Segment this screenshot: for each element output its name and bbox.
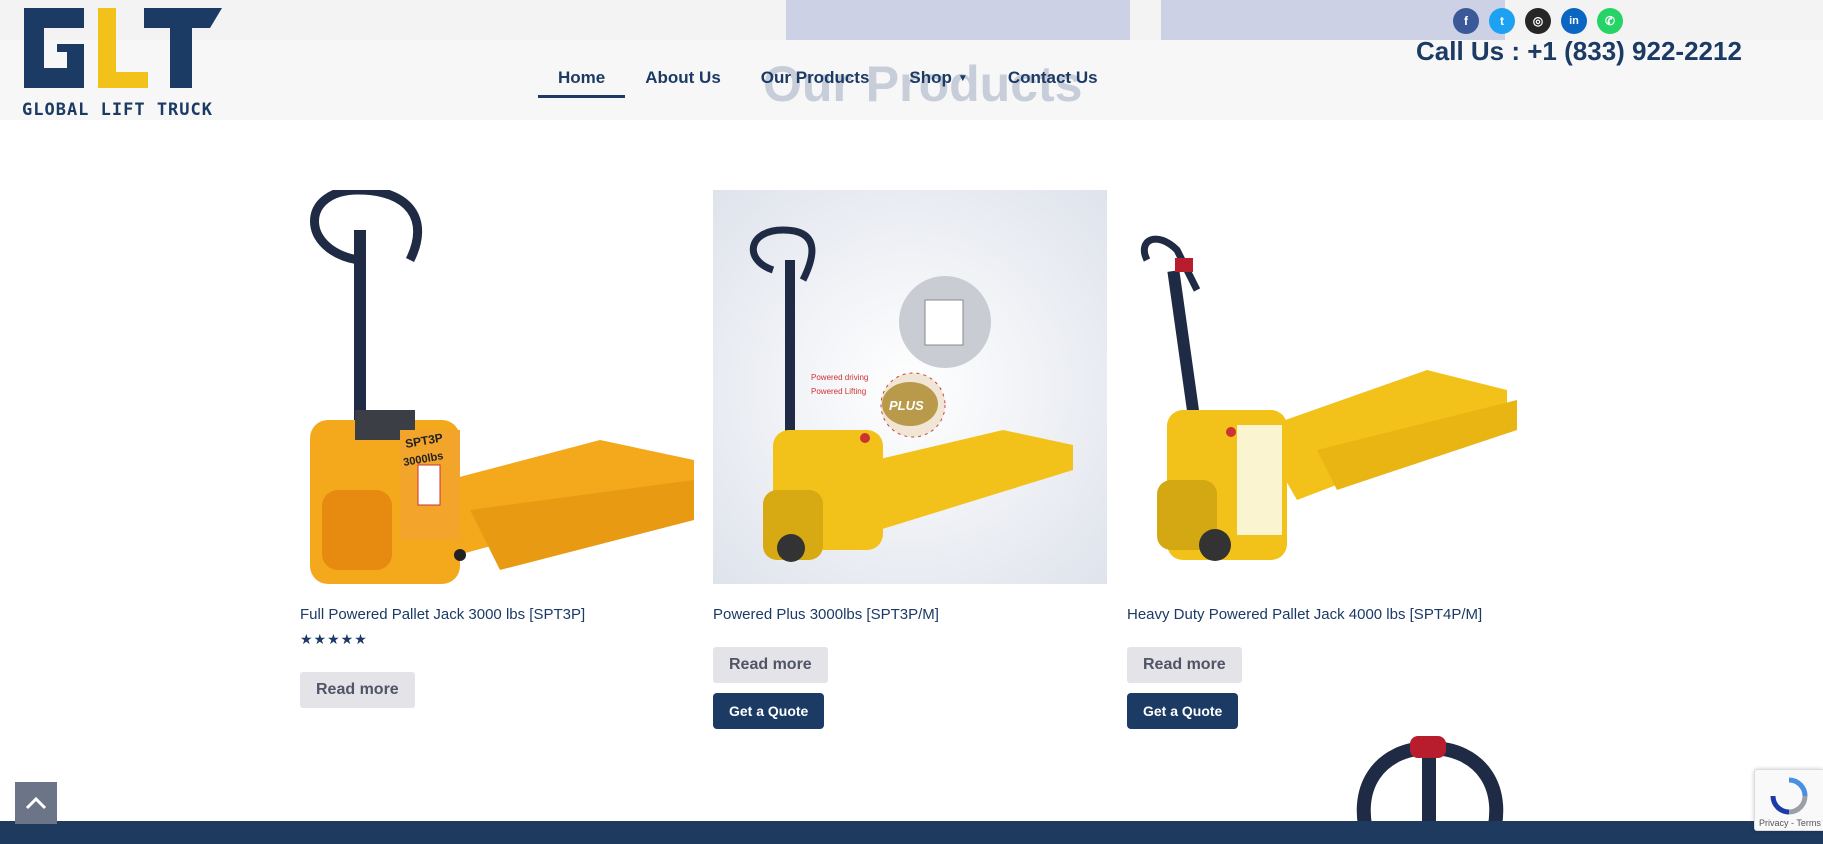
nav-item-contact-us[interactable]: Contact Us (988, 64, 1118, 98)
get-a-quote-button[interactable]: Get a Quote (1127, 693, 1239, 729)
read-more-button[interactable]: Read more (1127, 647, 1242, 683)
recaptcha-badge[interactable]: Privacy - Terms (1754, 769, 1823, 831)
chevron-down-icon: ▼ (957, 73, 968, 85)
product-title[interactable]: Powered Plus 3000lbs [SPT3P/M] (713, 606, 1107, 623)
linkedin-icon[interactable]: in (1561, 8, 1587, 34)
nav-item-shop-label: Shop (909, 68, 952, 87)
nav-item-shop[interactable]: Shop ▼ (889, 64, 987, 98)
product-title[interactable]: Heavy Duty Powered Pallet Jack 4000 lbs … (1127, 606, 1521, 623)
nav-item-our-products[interactable]: Our Products (741, 64, 890, 98)
top-bar-banner-left (786, 0, 1130, 40)
powered-lifting-label: Powered Lifting (811, 387, 866, 396)
nav-item-about-us[interactable]: About Us (625, 64, 741, 98)
product-image[interactable]: SPT3P 3000lbs (300, 190, 694, 584)
product-card: SPT3P 3000lbs Full Powered Pallet Jack 3… (300, 190, 694, 708)
product-card: PLUS Powered driving Powered Lifting Pow… (713, 190, 1107, 729)
chevron-up-icon (25, 796, 47, 810)
logo-text: GLOBAL LIFT TRUCK (22, 100, 213, 120)
product-image[interactable] (1127, 190, 1521, 584)
powered-driving-label: Powered driving (811, 373, 868, 382)
nav-item-home[interactable]: Home (538, 64, 626, 98)
twitter-icon[interactable]: t (1489, 8, 1515, 34)
recaptcha-terms[interactable]: Privacy - Terms (1759, 818, 1821, 828)
page: GLOBAL LIFT TRUCK Our Products Home Abou… (0, 0, 1823, 844)
whatsapp-icon[interactable]: ✆ (1597, 8, 1623, 34)
instagram-icon[interactable]: ◎ (1525, 8, 1551, 34)
get-a-quote-button[interactable]: Get a Quote (713, 693, 825, 729)
social-links: f t ◎ in ✆ (1453, 8, 1623, 34)
plus-badge-label: PLUS (889, 398, 924, 413)
facebook-icon[interactable]: f (1453, 8, 1479, 34)
rating-stars: ★★★★★ (300, 631, 368, 647)
call-us-phone[interactable]: Call Us : +1 (833) 922-2212 (1416, 36, 1742, 67)
scroll-to-top-button[interactable] (15, 782, 57, 824)
read-more-button[interactable]: Read more (300, 672, 415, 708)
recaptcha-icon (1770, 777, 1808, 815)
product-title[interactable]: Full Powered Pallet Jack 3000 lbs [SPT3P… (300, 606, 694, 623)
main-nav: Home About Us Our Products Shop ▼ Contact… (538, 64, 1118, 100)
read-more-button[interactable]: Read more (713, 647, 828, 683)
product-image[interactable]: PLUS Powered driving Powered Lifting (713, 190, 1107, 584)
footer-band (0, 821, 1823, 844)
product-card: Heavy Duty Powered Pallet Jack 4000 lbs … (1127, 190, 1521, 729)
